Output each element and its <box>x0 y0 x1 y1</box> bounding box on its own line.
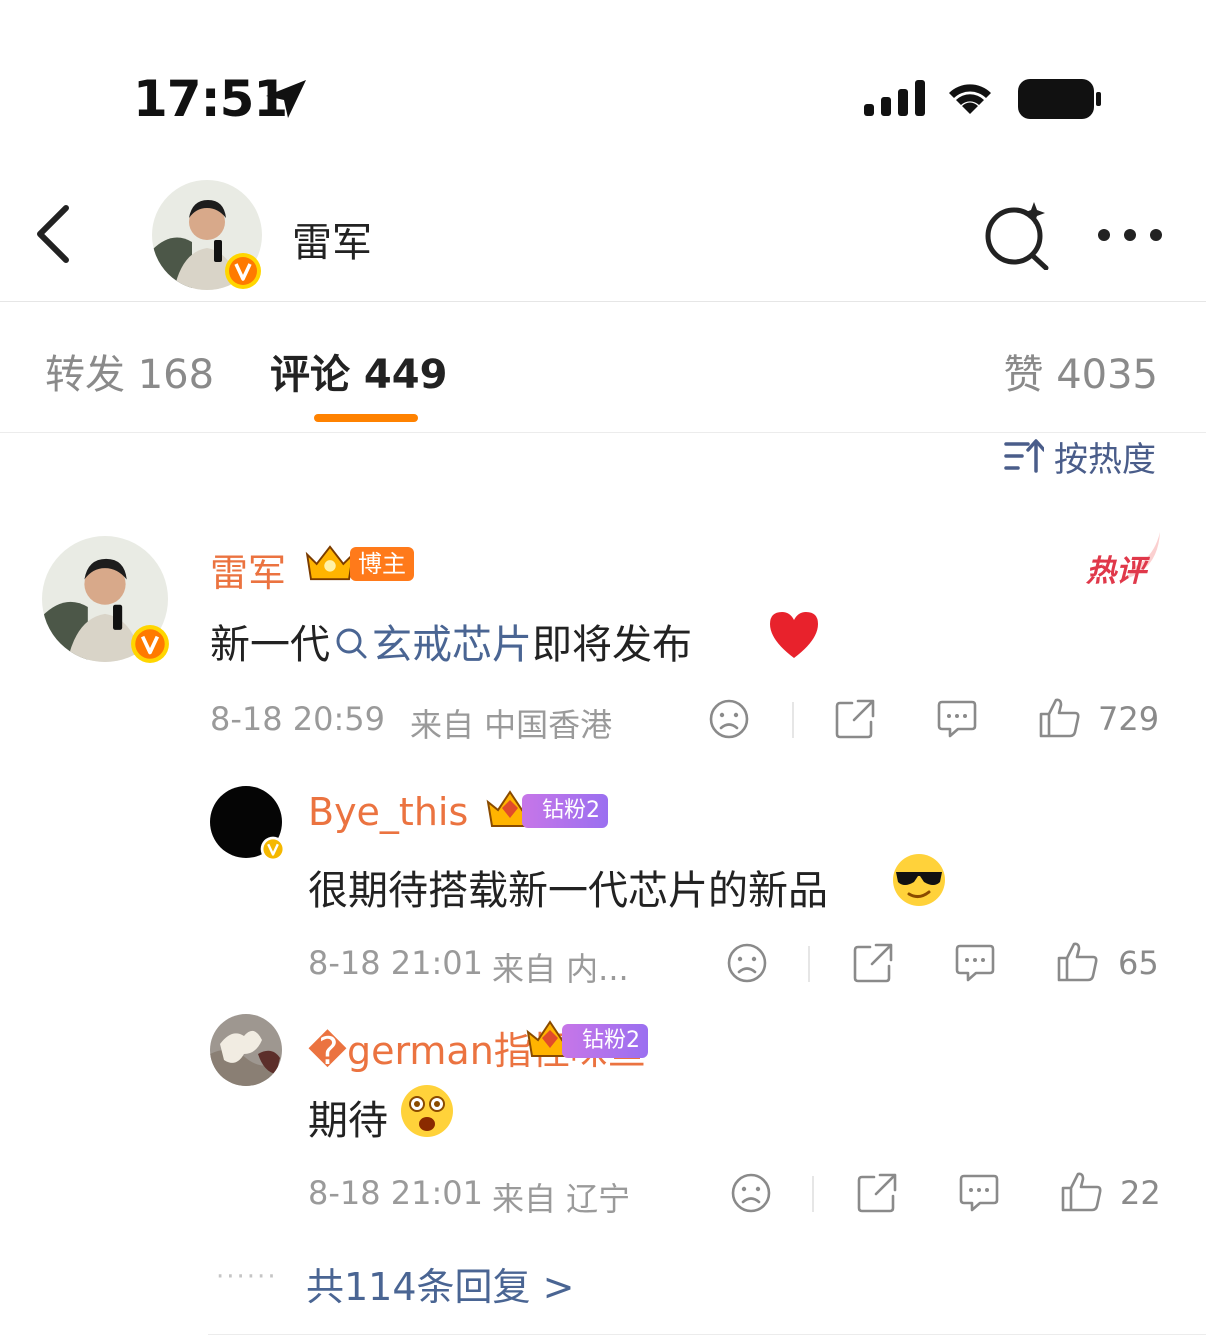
nav-bar: 雷军 <box>0 160 1206 302</box>
bottom-divider <box>208 1334 1206 1335</box>
dislike-icon[interactable] <box>730 1172 772 1214</box>
reply-source: 来自 内... <box>492 950 629 988</box>
like-count: 22 <box>1120 1174 1161 1212</box>
fan-level-badge: 钻粉2 <box>562 1024 648 1058</box>
sort-icon <box>1004 439 1044 473</box>
like-count: 65 <box>1118 944 1159 982</box>
verified-badge-icon <box>260 836 286 862</box>
verified-badge-icon <box>131 625 169 663</box>
hot-comment-label: 热评 <box>1086 554 1146 589</box>
active-tab-indicator <box>314 414 418 422</box>
comment-time: 8-18 20:59 <box>210 700 386 738</box>
reply-time: 8-18 21:01 <box>308 1174 484 1212</box>
avatar-photo-icon <box>210 1014 282 1086</box>
reply-icon[interactable] <box>936 698 978 740</box>
reply-text: 期待 <box>308 1098 388 1144</box>
sort-label: 按热度 <box>1054 439 1156 480</box>
topic-link[interactable]: 玄戒芯片 <box>372 622 532 668</box>
verified-badge-icon <box>225 253 261 289</box>
more-options-icon[interactable] <box>1094 220 1166 250</box>
comment-text-suffix: 即将发布 <box>532 622 692 668</box>
reply-source: 来自 辽宁 <box>492 1180 631 1218</box>
topic-search-icon <box>336 628 367 659</box>
status-bar: 17:51 <box>0 0 1206 150</box>
reply-icon[interactable] <box>954 942 996 984</box>
share-icon[interactable] <box>834 698 876 740</box>
cellular-signal-icon <box>864 80 925 116</box>
back-button[interactable] <box>30 202 80 266</box>
reply-avatar[interactable] <box>210 1014 282 1086</box>
comment-text-prefix: 新一代 <box>210 622 330 668</box>
location-arrow-icon <box>266 80 306 118</box>
reply-icon[interactable] <box>958 1172 1000 1214</box>
blogger-badge: 博主 <box>350 547 414 581</box>
tab-bar: 转发 168 评论 449 赞 4035 <box>0 302 1206 433</box>
action-divider <box>792 702 794 738</box>
comment-username[interactable]: 雷军 <box>210 542 286 597</box>
comment-text: 新一代 玄戒芯片即将发布 <box>210 612 692 670</box>
dislike-icon[interactable] <box>726 942 768 984</box>
fan-level-badge: 钻粉2 <box>522 794 608 828</box>
reply-time: 8-18 21:01 <box>308 944 484 982</box>
like-icon[interactable] <box>1060 1170 1104 1214</box>
tab-comment[interactable]: 评论 449 <box>270 342 447 400</box>
like-icon[interactable] <box>1038 696 1082 740</box>
page-title: 雷军 <box>292 220 372 266</box>
more-replies-link[interactable]: 共114条回复 > <box>306 1256 574 1311</box>
share-icon[interactable] <box>856 1172 898 1214</box>
red-heart-icon <box>770 612 818 658</box>
dislike-icon[interactable] <box>708 698 750 740</box>
tab-like[interactable]: 赞 4035 <box>1003 342 1158 400</box>
action-divider <box>808 946 810 982</box>
like-icon[interactable] <box>1056 940 1100 984</box>
tab-repost[interactable]: 转发 168 <box>45 342 214 400</box>
search-icon[interactable] <box>982 200 1052 270</box>
action-divider <box>812 1176 814 1212</box>
sort-button[interactable]: 按热度 <box>1004 436 1156 480</box>
comment-source: 来自 中国香港 <box>410 706 613 744</box>
share-icon[interactable] <box>852 942 894 984</box>
excited-emoji-icon <box>401 1085 453 1137</box>
reply-username[interactable]: Bye_this <box>308 790 468 834</box>
wifi-icon <box>949 84 991 114</box>
battery-icon <box>1018 79 1101 119</box>
sunglasses-emoji-icon <box>893 854 945 906</box>
reply-text: 很期待搭载新一代芯片的新品 <box>308 868 828 914</box>
replies-dots: ······ <box>216 1262 278 1292</box>
like-count: 729 <box>1098 700 1160 738</box>
